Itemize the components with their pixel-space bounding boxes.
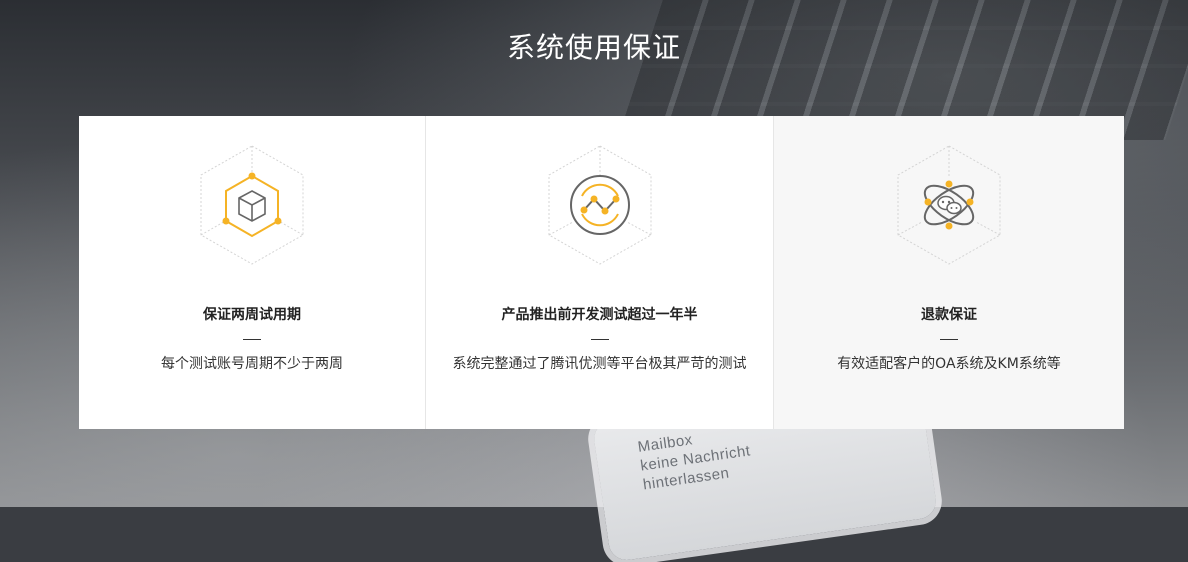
card-description: 有效适配客户的OA系统及KM系统等 xyxy=(837,356,1061,372)
guarantee-cards: 保证两周试用期 每个测试账号周期不少于两周 产品推出前开发测试超过一年半 系统完… xyxy=(79,116,1124,429)
card-title: 产品推出前开发测试超过一年半 xyxy=(501,307,698,323)
card-title: 退款保证 xyxy=(921,307,977,323)
divider xyxy=(590,339,609,340)
trend-chart-icon xyxy=(548,145,651,265)
divider xyxy=(243,339,261,340)
chat-orbit-icon xyxy=(897,145,1001,265)
cube-icon xyxy=(200,145,304,265)
divider xyxy=(940,339,958,340)
card-trial-period: 保证两周试用期 每个测试账号周期不少于两周 xyxy=(79,116,426,429)
card-description: 系统完整通过了腾讯优测等平台极其严苛的测试 xyxy=(452,356,747,372)
section-title: 系统使用保证 xyxy=(506,31,681,64)
card-title: 保证两周试用期 xyxy=(203,307,301,323)
card-refund-guarantee: 退款保证 有效适配客户的OA系统及KM系统等 xyxy=(774,116,1124,429)
card-dev-testing: 产品推出前开发测试超过一年半 系统完整通过了腾讯优测等平台极其严苛的测试 xyxy=(426,116,774,429)
card-description: 每个测试账号周期不少于两周 xyxy=(161,356,343,372)
